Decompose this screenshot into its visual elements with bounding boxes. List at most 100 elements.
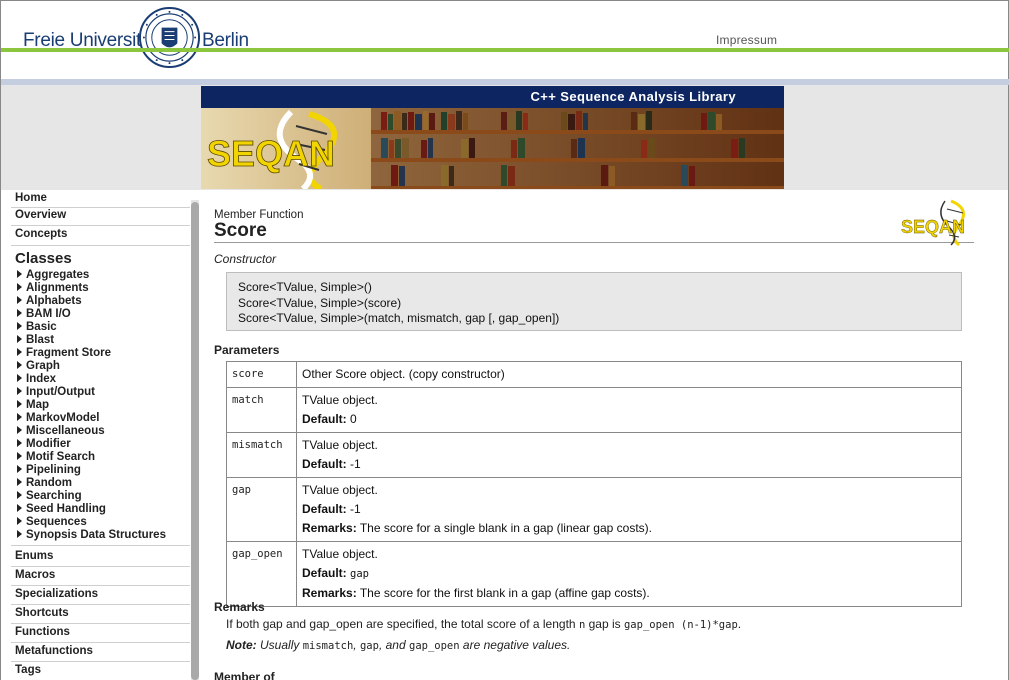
sidebar-item-specializations[interactable]: Specializations [15,588,98,600]
sidebar-class-markovmodel[interactable]: MarkovModel [17,412,100,424]
sidebar-class-graph[interactable]: Graph [17,360,60,372]
seqan-logo-text: SEQAN [207,133,335,174]
sidebar-item-enums[interactable]: Enums [15,550,53,562]
sidebar-item-metafunctions[interactable]: Metafunctions [15,645,93,657]
remarks-label: Remarks: [302,521,357,535]
default-label: Default: [302,412,347,426]
sidebar-class-label: Basic [26,321,57,333]
divider [11,207,190,208]
sidebar-class-label: Alphabets [26,295,82,307]
sidebar-item-home[interactable]: Home [15,192,47,204]
sidebar-item-macros[interactable]: Macros [15,569,55,581]
sidebar-class-label: Graph [26,360,60,372]
expand-triangle-icon [17,270,22,278]
sidebar-class-label: Map [26,399,49,411]
sidebar-class-label: Index [26,373,57,385]
sidebar-class-label: Synopsis Data Structures [26,529,166,541]
default-value: gap [350,568,369,580]
note-text: , and [378,638,406,652]
divider [11,225,190,226]
param-name: gap_open [226,541,297,607]
divider [11,623,190,624]
sidebar-class-bam-io[interactable]: BAM I/O [17,308,71,320]
inline-code: gap [359,640,379,652]
library-bookshelf-image: SEQAN [201,108,784,189]
sidebar-class-pipelining[interactable]: Pipelining [17,464,81,476]
parameters-table: score Other Score object. (copy construc… [226,361,962,607]
expand-triangle-icon [17,452,22,460]
sidebar-class-modifier[interactable]: Modifier [17,438,71,450]
sidebar-item-overview[interactable]: Overview [15,209,66,221]
expand-triangle-icon [17,296,22,304]
sidebar-class-blast[interactable]: Blast [17,334,54,346]
sidebar-class-map[interactable]: Map [17,399,49,411]
expand-triangle-icon [17,413,22,421]
sidebar-class-seed-handling[interactable]: Seed Handling [17,503,106,515]
table-row: gap_open TValue object. Default: gap Rem… [226,541,962,607]
title-divider [214,242,974,243]
default-value: -1 [350,502,361,516]
expand-triangle-icon [17,426,22,434]
expand-triangle-icon [17,491,22,499]
sidebar-class-motif-search[interactable]: Motif Search [17,451,95,463]
param-desc-text: TValue object. [302,483,378,497]
param-desc-text: Other Score object. (copy constructor) [302,367,505,381]
remarks-heading: Remarks [214,600,265,614]
university-seal-icon[interactable] [138,6,201,69]
expand-triangle-icon [17,465,22,473]
impressum-link[interactable]: Impressum [716,33,777,47]
param-name: mismatch [226,432,297,478]
sidebar-item-concepts[interactable]: Concepts [15,228,67,240]
sidebar-class-synopsis-data-structures[interactable]: Synopsis Data Structures [17,529,166,541]
site-header: Freie Universität Berlin Impressum [0,0,1009,86]
sidebar-nav: Home Overview Concepts Classes Aggregate… [0,190,200,680]
sidebar-class-searching[interactable]: Searching [17,490,82,502]
constructor-signature: Score<TValue, Simple>() [238,280,372,294]
default-label: Default: [302,457,347,471]
param-name: match [226,387,297,433]
sidebar-item-functions[interactable]: Functions [15,626,70,638]
banner-title: C++ Sequence Analysis Library [201,86,784,108]
divider [11,642,190,643]
sidebar-class-label: Seed Handling [26,503,106,515]
constructor-code-box: Score<TValue, Simple>() Score<TValue, Si… [226,272,962,331]
sidebar-item-tags[interactable]: Tags [15,664,41,676]
divider [11,245,190,246]
expand-triangle-icon [17,387,22,395]
param-default: Default: 0 [302,410,956,429]
sidebar-class-label: Aggregates [26,269,90,281]
sidebar-class-miscellaneous[interactable]: Miscellaneous [17,425,105,437]
sidebar-item-shortcuts[interactable]: Shortcuts [15,607,69,619]
sidebar-class-aggregates[interactable]: Aggregates [17,269,89,281]
sidebar-class-label: Input/Output [26,386,95,398]
sidebar-class-alignments[interactable]: Alignments [17,282,89,294]
sidebar-class-alphabets[interactable]: Alphabets [17,295,82,307]
sidebar-classes-heading[interactable]: Classes [15,250,72,267]
sidebar-class-label: BAM I/O [26,308,71,320]
sidebar-class-index[interactable]: Index [17,373,56,385]
param-desc-text: TValue object. [302,393,378,407]
remarks-text: If both gap and gap_open are specified, … [226,617,576,631]
param-name: score [226,361,297,388]
divider [11,566,190,567]
param-desc-text: TValue object. [302,438,378,452]
sidebar-scrollbar-thumb[interactable] [191,202,199,680]
sidebar-class-label: Modifier [26,438,71,450]
sidebar-class-fragment-store[interactable]: Fragment Store [17,347,111,359]
sidebar-class-basic[interactable]: Basic [17,321,57,333]
sidebar-class-random[interactable]: Random [17,477,72,489]
remarks-text: gap is [588,617,621,631]
default-label: Default: [302,502,347,516]
table-row: match TValue object. Default: 0 [226,387,962,433]
sidebar-class-label: Pipelining [26,464,81,476]
sidebar-class-label: Random [26,477,72,489]
expand-triangle-icon [17,374,22,382]
sidebar-class-label: Motif Search [26,451,96,463]
sidebar-class-sequences[interactable]: Sequences [17,516,87,528]
seqan-logo-icon[interactable]: SEQAN [901,199,977,247]
parameters-heading: Parameters [214,343,280,357]
sidebar-class-input-output[interactable]: Input/Output [17,386,95,398]
param-default: Default: gap [302,564,956,584]
remarks-value: The score for a single blank in a gap (l… [359,521,652,535]
param-remarks: Remarks: The score for the first blank i… [302,584,956,603]
